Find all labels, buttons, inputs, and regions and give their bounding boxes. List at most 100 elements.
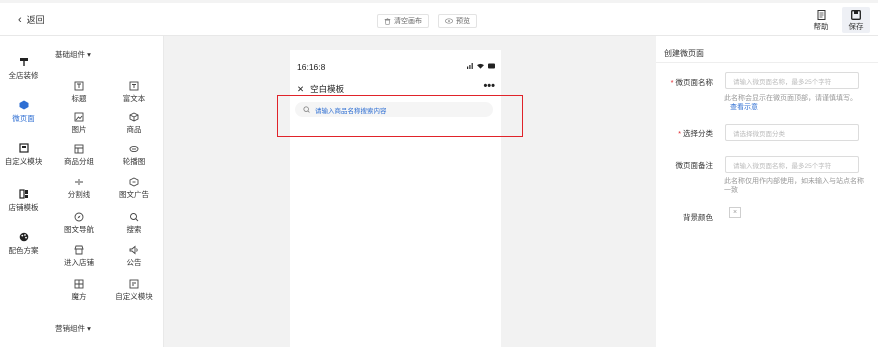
nav-item-micro-page[interactable]: 微页面	[0, 100, 47, 124]
trash-icon	[384, 17, 391, 25]
custom-module-icon	[18, 143, 29, 153]
component-label: 进入店铺	[64, 258, 94, 267]
bg-color-picker[interactable]: ×	[729, 207, 741, 218]
top-bar: ‹ 返回 清空画布 预览 帮助 保存	[0, 0, 878, 36]
nav-label: 配色方案	[8, 246, 39, 255]
component-label: 商品	[126, 125, 142, 134]
panel-divider	[656, 62, 878, 63]
remark-input[interactable]: 请输入微页面名称，最多25个字符	[725, 156, 859, 173]
clear-canvas-label: 清空画布	[394, 18, 422, 25]
caret-down-icon: ▾	[87, 324, 91, 333]
component-product[interactable]: 商品	[109, 112, 159, 135]
basic-group-title: 基础组件	[55, 50, 85, 59]
help-label: 帮助	[813, 22, 829, 31]
component-label: 搜索	[126, 225, 142, 234]
component-image[interactable]: 图片	[54, 112, 104, 135]
component-custom-module[interactable]: 自定义模块	[109, 279, 159, 302]
component-cube[interactable]: 魔方	[54, 279, 104, 302]
help-button[interactable]: 帮助	[810, 9, 832, 32]
nav-item-color-scheme[interactable]: 配色方案	[0, 232, 47, 256]
status-time: 16:16:8	[297, 62, 326, 72]
component-panel: 基础组件 ▾ 标题 富文本 图片 商品 商品分组 轮播图 分割线 图文广告 图文…	[47, 36, 164, 347]
status-icons	[467, 63, 495, 69]
nav-item-store-decoration[interactable]: 全店装修	[0, 57, 47, 81]
component-rich-text[interactable]: 富文本	[109, 81, 159, 104]
image-icon	[74, 112, 84, 122]
view-example-link[interactable]: 查看示意	[730, 104, 758, 111]
nav-item-store-template[interactable]: 店铺模板	[0, 189, 47, 213]
bg-color-label: 背景颜色	[683, 213, 713, 222]
component-image-nav[interactable]: 图文导航	[54, 212, 104, 235]
remark-hint: 此名称仅用作内部使用，如未输入与站点名称一致	[724, 178, 864, 194]
basic-group-toggle[interactable]: 基础组件 ▾	[55, 49, 91, 60]
paint-roller-icon	[19, 58, 28, 66]
component-enter-store[interactable]: 进入店铺	[54, 245, 104, 268]
nav-item-custom-module[interactable]: 自定义模块	[0, 143, 47, 167]
rich-text-icon	[129, 81, 139, 91]
chevron-left-icon: ‹	[18, 13, 22, 26]
name-hint: 此名称会显示在微页面顶部，请谨慎填写。查看示意	[724, 95, 857, 111]
left-nav: 全店装修 微页面 自定义模块 店铺模板 配色方案	[0, 36, 47, 347]
carousel-icon	[129, 145, 139, 153]
component-search[interactable]: 搜索	[109, 212, 159, 235]
canvas-area: 16:16:8 ✕ 空白模板 ••• 请输入商品名称搜索内容	[164, 36, 656, 347]
more-icon[interactable]: •••	[483, 80, 495, 92]
component-product-group[interactable]: 商品分组	[54, 144, 104, 167]
palette-icon	[19, 232, 28, 242]
required-mark: *	[678, 129, 681, 138]
component-image-ad[interactable]: 图文广告	[109, 177, 159, 200]
component-title[interactable]: 标题	[54, 81, 104, 104]
component-divider[interactable]: 分割线	[54, 177, 104, 200]
component-label: 轮播图	[122, 157, 146, 166]
wifi-icon	[477, 63, 484, 69]
phone-title-bar: ✕ 空白模板	[297, 83, 344, 95]
save-label: 保存	[848, 22, 864, 31]
component-announcement[interactable]: 公告	[109, 245, 159, 268]
template-icon	[18, 189, 28, 199]
title-icon	[74, 81, 84, 91]
selected-component-outline	[277, 95, 523, 137]
divider-icon	[75, 179, 83, 185]
cube-icon	[74, 279, 84, 289]
enter-store-icon	[74, 245, 84, 255]
signal-icon	[467, 63, 473, 69]
component-label: 自定义模块	[115, 292, 153, 301]
search-icon	[130, 213, 139, 222]
marketing-group-title: 营销组件	[55, 324, 85, 333]
image-ad-icon	[129, 177, 139, 187]
component-label: 富文本	[122, 94, 146, 103]
eye-icon	[445, 18, 453, 24]
nav-label: 全店装修	[8, 71, 39, 80]
nav-label: 微页面	[12, 114, 35, 123]
nav-label: 自定义模块	[4, 157, 43, 166]
announcement-icon	[129, 245, 138, 255]
nav-label: 店铺模板	[8, 203, 39, 212]
name-label: * 微页面名称	[670, 78, 713, 87]
preview-button[interactable]: 预览	[438, 14, 477, 28]
clear-canvas-button[interactable]: 清空画布	[377, 14, 429, 28]
battery-icon	[488, 63, 495, 69]
settings-panel: 创建微页面 * 微页面名称 请输入微页面名称，最多25个字符 此名称会显示在微页面…	[656, 36, 878, 347]
back-label: 返回	[26, 15, 45, 25]
page-icon	[19, 100, 28, 110]
phone-title: 空白模板	[310, 84, 345, 94]
back-button[interactable]: ‹ 返回	[18, 13, 45, 26]
top-divider	[0, 0, 878, 3]
save-button[interactable]: 保存	[842, 7, 870, 33]
component-label: 图文导航	[64, 225, 94, 234]
image-nav-icon	[74, 212, 84, 222]
name-input[interactable]: 请输入微页面名称，最多25个字符	[725, 72, 859, 89]
marketing-group-toggle[interactable]: 营销组件 ▾	[55, 323, 91, 334]
close-icon[interactable]: ✕	[297, 84, 304, 95]
custom-module-icon	[129, 279, 139, 289]
component-label: 公告	[126, 258, 142, 267]
category-label: * 选择分类	[678, 129, 713, 138]
preview-label: 预览	[456, 18, 470, 25]
component-carousel[interactable]: 轮播图	[109, 144, 159, 167]
remark-label: 微页面备注	[675, 161, 714, 170]
caret-down-icon: ▾	[87, 50, 91, 59]
product-icon	[129, 112, 139, 122]
component-label: 商品分组	[64, 157, 94, 166]
category-select[interactable]: 请选择微页面分类	[725, 124, 859, 141]
panel-title: 创建微页面	[664, 49, 704, 58]
